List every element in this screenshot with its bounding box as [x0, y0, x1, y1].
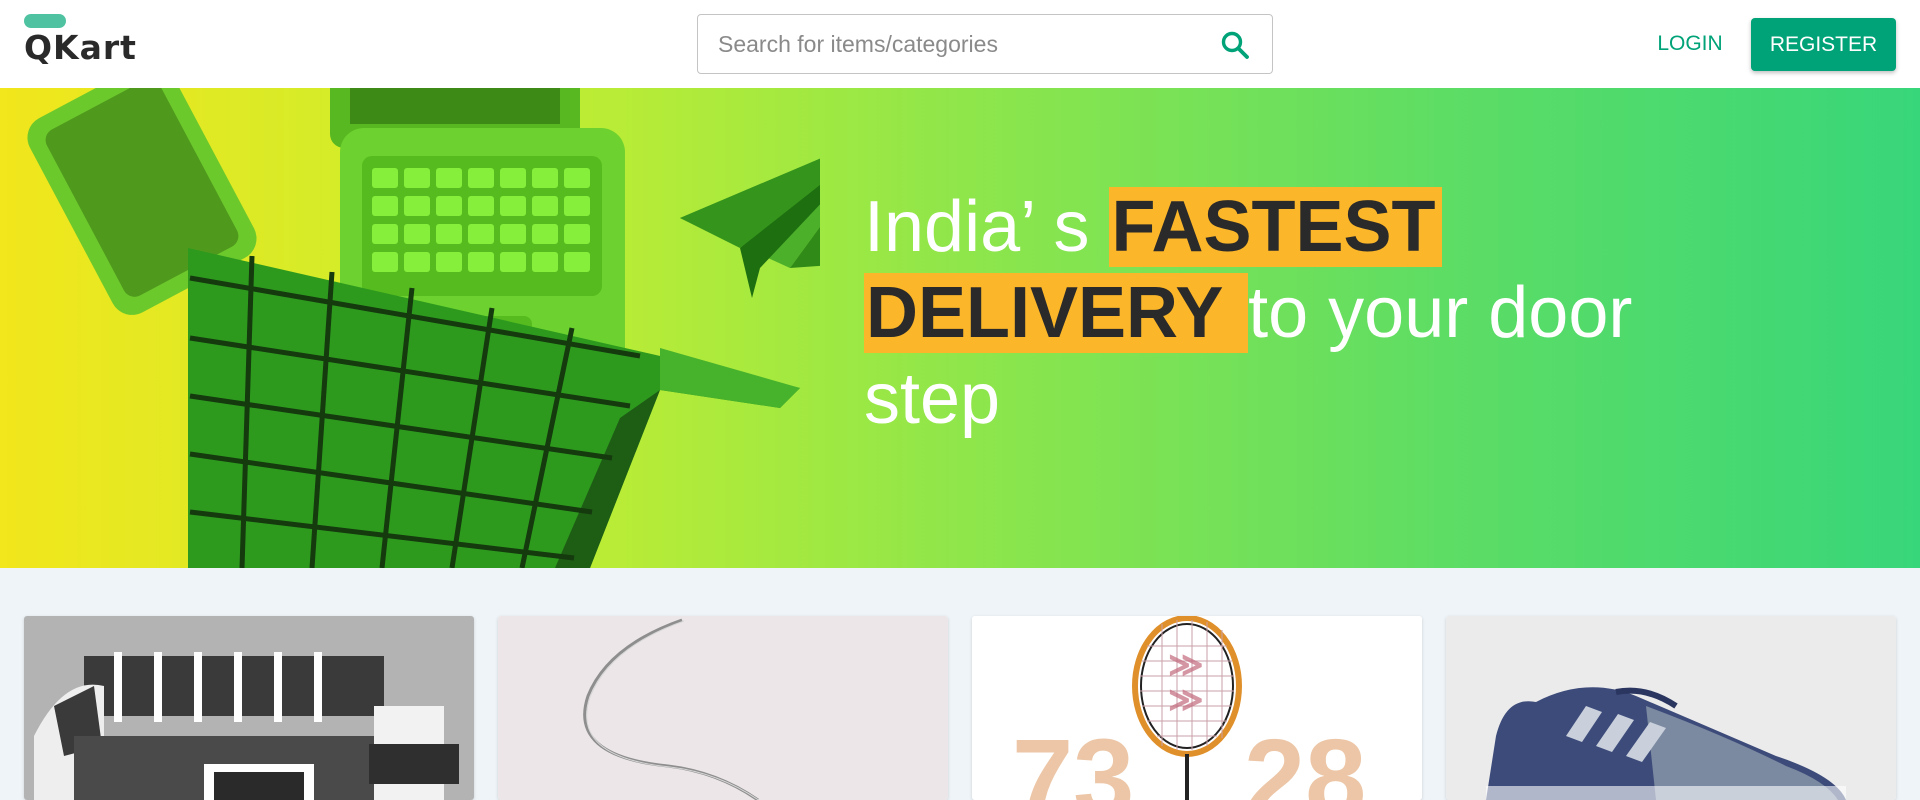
search-icon[interactable]	[1220, 30, 1250, 60]
racket-card-number-right: 28	[1244, 717, 1366, 800]
hero-text-post: to your door	[1248, 273, 1633, 353]
product-image-racket: 73 28 ≫ ≫	[972, 616, 1422, 800]
qkart-logo[interactable]: QKart	[24, 14, 144, 70]
product-image-sofa	[24, 616, 474, 800]
hero-highlight-fastest: FASTEST	[1109, 187, 1442, 267]
search-input[interactable]	[698, 15, 1198, 73]
top-header: QKart LOGIN REGISTER	[0, 0, 1920, 88]
product-card-necklace[interactable]	[498, 616, 948, 800]
login-button[interactable]: LOGIN	[1640, 18, 1740, 70]
search-box	[697, 14, 1273, 74]
product-card-badminton-racket[interactable]: 73 28 ≫ ≫	[972, 616, 1422, 800]
hero-text-step: step	[864, 359, 1001, 439]
product-card-sofa[interactable]	[24, 616, 474, 800]
racket-card-number-left: 73	[1012, 717, 1134, 800]
hero-headline: India’ s FASTEST DELIVERY to your door s…	[864, 184, 1724, 442]
paper-plane-icon	[680, 158, 820, 298]
hero-text-pre: India’ s	[864, 187, 1110, 267]
logo-mark	[24, 14, 66, 28]
hero-banner: India’ s FASTEST DELIVERY to your door s…	[0, 88, 1920, 568]
hero-illustration	[27, 88, 820, 568]
product-image-necklace	[498, 616, 948, 800]
logo-text: QKart	[24, 28, 137, 67]
product-grid: 73 28 ≫ ≫	[0, 568, 1920, 800]
product-image-sneaker	[1446, 616, 1896, 800]
register-button[interactable]: REGISTER	[1751, 18, 1896, 71]
product-card-sneaker[interactable]	[1446, 616, 1896, 800]
hero-highlight-delivery: DELIVERY	[864, 273, 1249, 353]
svg-text:≫: ≫	[1168, 646, 1204, 684]
svg-text:≫: ≫	[1168, 681, 1204, 719]
